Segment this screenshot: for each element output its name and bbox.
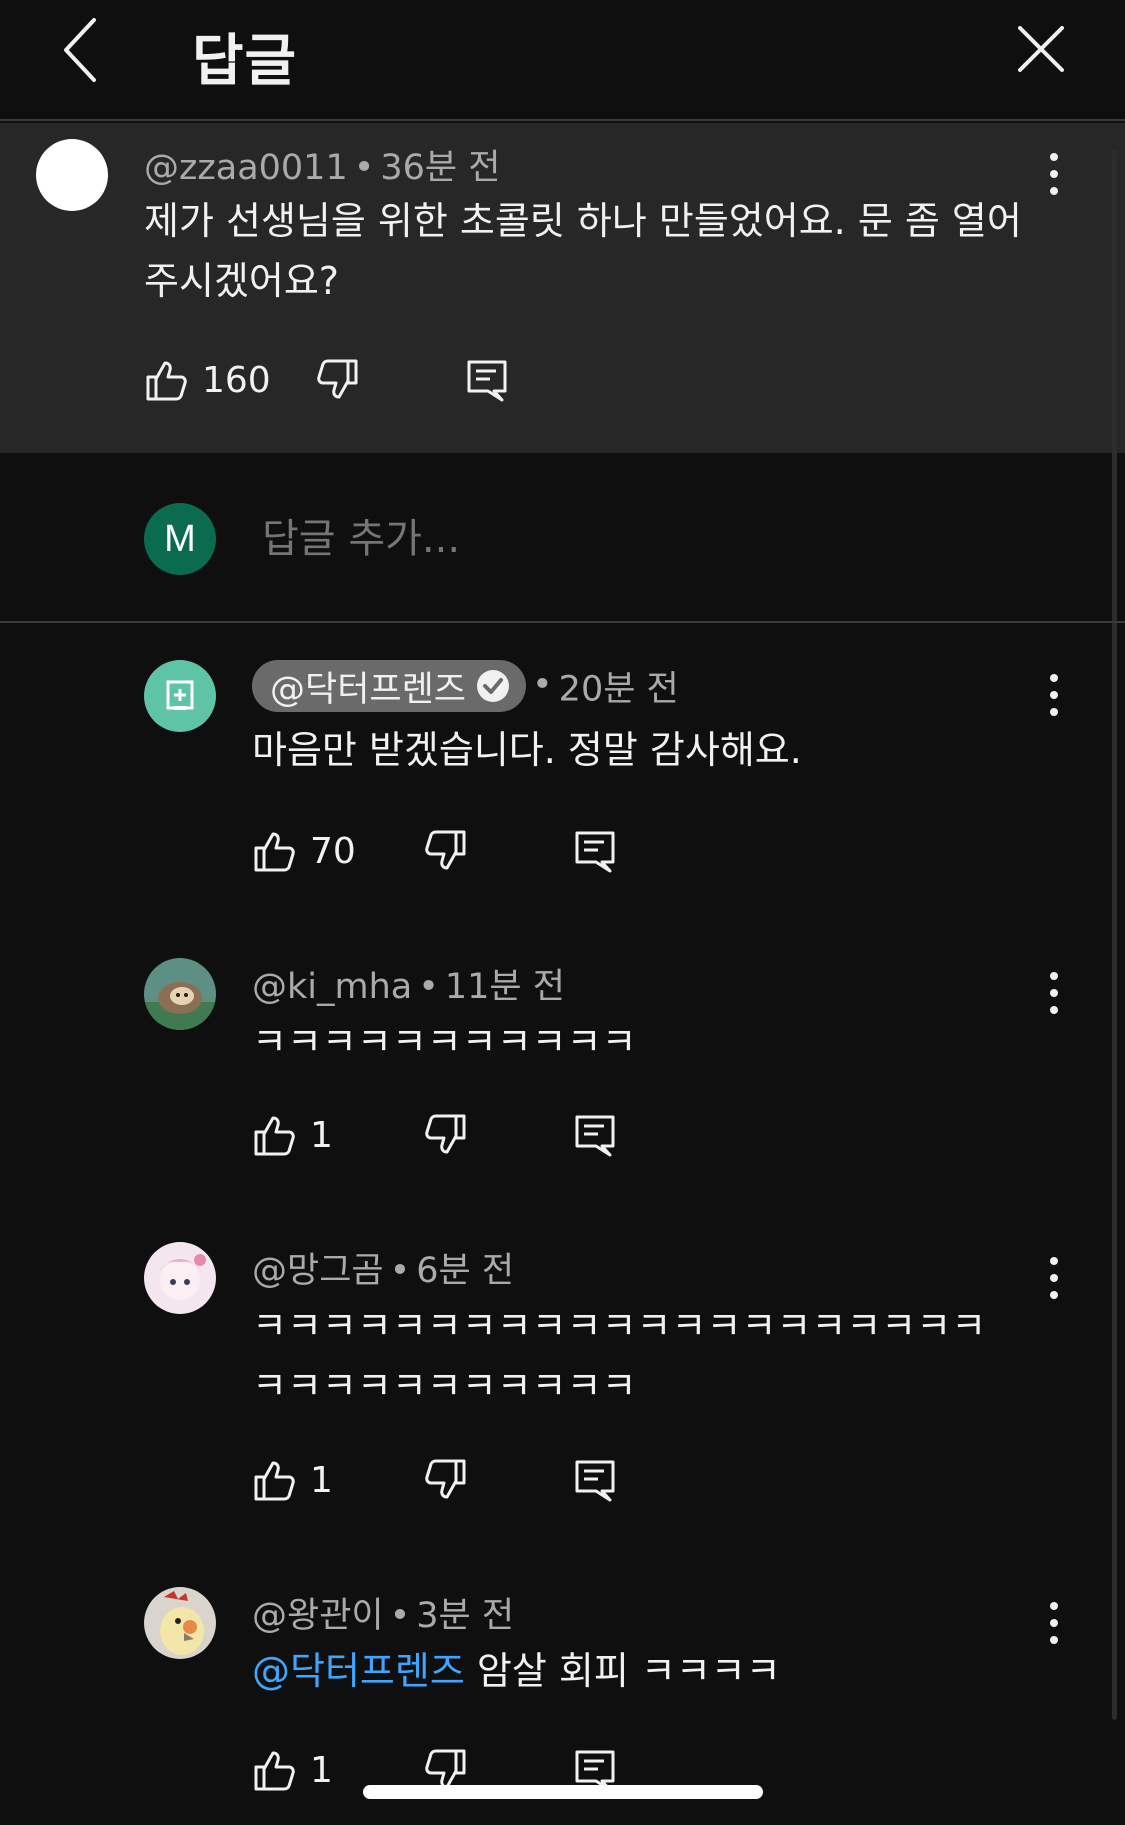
like-button[interactable]: 70 — [252, 826, 356, 876]
comment-author[interactable]: @왕관이 — [252, 1596, 384, 1636]
comment-meta: @zzaa0011 • 36분 전 — [144, 139, 500, 190]
like-count: 1 — [310, 1114, 333, 1156]
mention-link[interactable]: @닥터프렌즈 — [252, 1649, 465, 1693]
comment-meta: @망그곰 • 6분 전 — [252, 1242, 514, 1293]
like-button[interactable]: 1 — [252, 1110, 333, 1160]
creator-avatar[interactable] — [144, 660, 216, 732]
like-count: 160 — [202, 359, 271, 401]
home-indicator[interactable] — [363, 1785, 763, 1799]
user-avatar[interactable]: M — [144, 503, 216, 575]
avatar[interactable] — [36, 139, 108, 211]
comment-author[interactable]: @망그곰 — [252, 1251, 384, 1291]
thumbs-down-icon — [425, 1114, 466, 1154]
sloth-avatar-image — [144, 958, 216, 1030]
comment-time: 20분 전 — [558, 669, 679, 710]
like-button[interactable]: 160 — [144, 355, 271, 405]
comment-text: ㅋㅋㅋㅋㅋㅋㅋㅋㅋㅋㅋㅋㅋㅋㅋㅋㅋㅋㅋㅋㅋ ㅋㅋㅋㅋㅋㅋㅋㅋㅋㅋㅋ — [252, 1296, 1032, 1416]
cockatiel-avatar-image — [144, 1587, 216, 1659]
thumbs-up-icon — [254, 1461, 295, 1501]
reply-button[interactable] — [464, 355, 510, 405]
comment-time: 3분 전 — [416, 1596, 515, 1636]
verified-check-icon — [477, 670, 510, 702]
dislike-button[interactable] — [314, 355, 360, 405]
comment-time: 6분 전 — [416, 1251, 515, 1291]
thumbs-up-icon — [254, 1751, 295, 1791]
thumbs-down-icon — [317, 359, 358, 399]
comment-meta: @ki_mha • 11분 전 — [252, 958, 565, 1009]
more-options-icon[interactable] — [1039, 149, 1069, 199]
reply-button[interactable] — [572, 826, 618, 876]
comment-reply-icon — [575, 831, 615, 873]
header: 답글 — [0, 0, 1125, 121]
comment-time: 11분 전 — [444, 967, 565, 1007]
comment-author: @닥터프렌즈 — [270, 669, 467, 710]
like-count: 1 — [310, 1749, 333, 1791]
dislike-button[interactable] — [422, 1110, 468, 1160]
parent-comment: @zzaa0011 • 36분 전 제가 선생님을 위한 초콜릿 하나 만들었어요.… — [0, 123, 1125, 453]
meta-separator: • — [389, 1596, 411, 1636]
comment-text-line: ㅋㅋㅋㅋㅋㅋㅋㅋㅋㅋㅋㅋㅋㅋㅋㅋㅋㅋㅋㅋㅋ — [252, 1304, 987, 1348]
reply-button[interactable] — [572, 1455, 618, 1505]
like-count: 1 — [310, 1459, 333, 1501]
like-button[interactable]: 1 — [252, 1455, 333, 1505]
comment-author[interactable]: @zzaa0011 — [144, 148, 348, 188]
thumbs-down-icon — [425, 830, 466, 870]
avatar[interactable] — [144, 1242, 216, 1314]
meta-separator: • — [353, 148, 375, 188]
comment-text: ㅋㅋㅋㅋㅋㅋㅋㅋㅋㅋㅋ — [252, 1020, 637, 1064]
reply-button[interactable] — [572, 1110, 618, 1160]
meta-separator: • — [532, 665, 553, 705]
avatar[interactable] — [144, 1587, 216, 1659]
close-icon[interactable] — [1016, 24, 1066, 74]
page-title: 답글 — [192, 29, 298, 94]
meta-separator: • — [389, 1251, 411, 1291]
comment-text: @닥터프렌즈 암살 회피 ㅋㅋㅋㅋ — [252, 1641, 781, 1701]
thumbs-up-icon — [254, 1116, 295, 1156]
comment-reply-icon — [575, 1115, 615, 1157]
medical-plus-icon — [166, 680, 194, 710]
avatar[interactable] — [144, 958, 216, 1030]
replies-screen: 답글 @zzaa0011 • 36분 전 제가 선생님을 위한 초콜릿 하나 만들었… — [0, 0, 1125, 1825]
back-arrow-icon[interactable] — [56, 14, 116, 86]
comment-text: 마음만 받겠습니다. 정말 감사해요. — [252, 728, 802, 772]
more-options-icon[interactable] — [1039, 1253, 1069, 1303]
dislike-button[interactable] — [422, 826, 468, 876]
more-options-icon[interactable] — [1039, 1598, 1069, 1648]
comment-time: 36분 전 — [380, 148, 501, 188]
comment-text-rest: 암살 회피 ㅋㅋㅋㅋ — [464, 1649, 781, 1693]
thumbs-up-icon — [254, 832, 295, 872]
creator-badge[interactable]: @닥터프렌즈 — [252, 660, 527, 712]
thumbs-down-icon — [425, 1459, 466, 1499]
reply-input[interactable] — [262, 509, 1062, 569]
comment-text: 제가 선생님을 위한 초콜릿 하나 만들었어요. 문 좀 열어주시겠어요? — [144, 199, 1022, 303]
more-options-icon[interactable] — [1039, 968, 1069, 1018]
dislike-button[interactable] — [422, 1455, 468, 1505]
scrollbar[interactable] — [1112, 150, 1117, 1720]
anime-avatar-image — [144, 1242, 216, 1314]
comment-meta: @왕관이 • 3분 전 — [252, 1587, 514, 1638]
comment-author[interactable]: @ki_mha — [252, 967, 412, 1007]
comment-reply-icon — [467, 360, 507, 402]
meta-separator: • — [418, 967, 439, 1007]
comment-meta: @닥터프렌즈 • 20분 전 — [252, 660, 679, 712]
like-count: 70 — [310, 830, 356, 872]
more-options-icon[interactable] — [1039, 670, 1069, 720]
add-reply-row: M — [0, 453, 1125, 623]
comment-reply-icon — [575, 1460, 615, 1502]
like-button[interactable]: 1 — [252, 1745, 333, 1795]
thumbs-up-icon — [146, 361, 187, 401]
comment-text-line: ㅋㅋㅋㅋㅋㅋㅋㅋㅋㅋㅋ — [252, 1364, 637, 1408]
